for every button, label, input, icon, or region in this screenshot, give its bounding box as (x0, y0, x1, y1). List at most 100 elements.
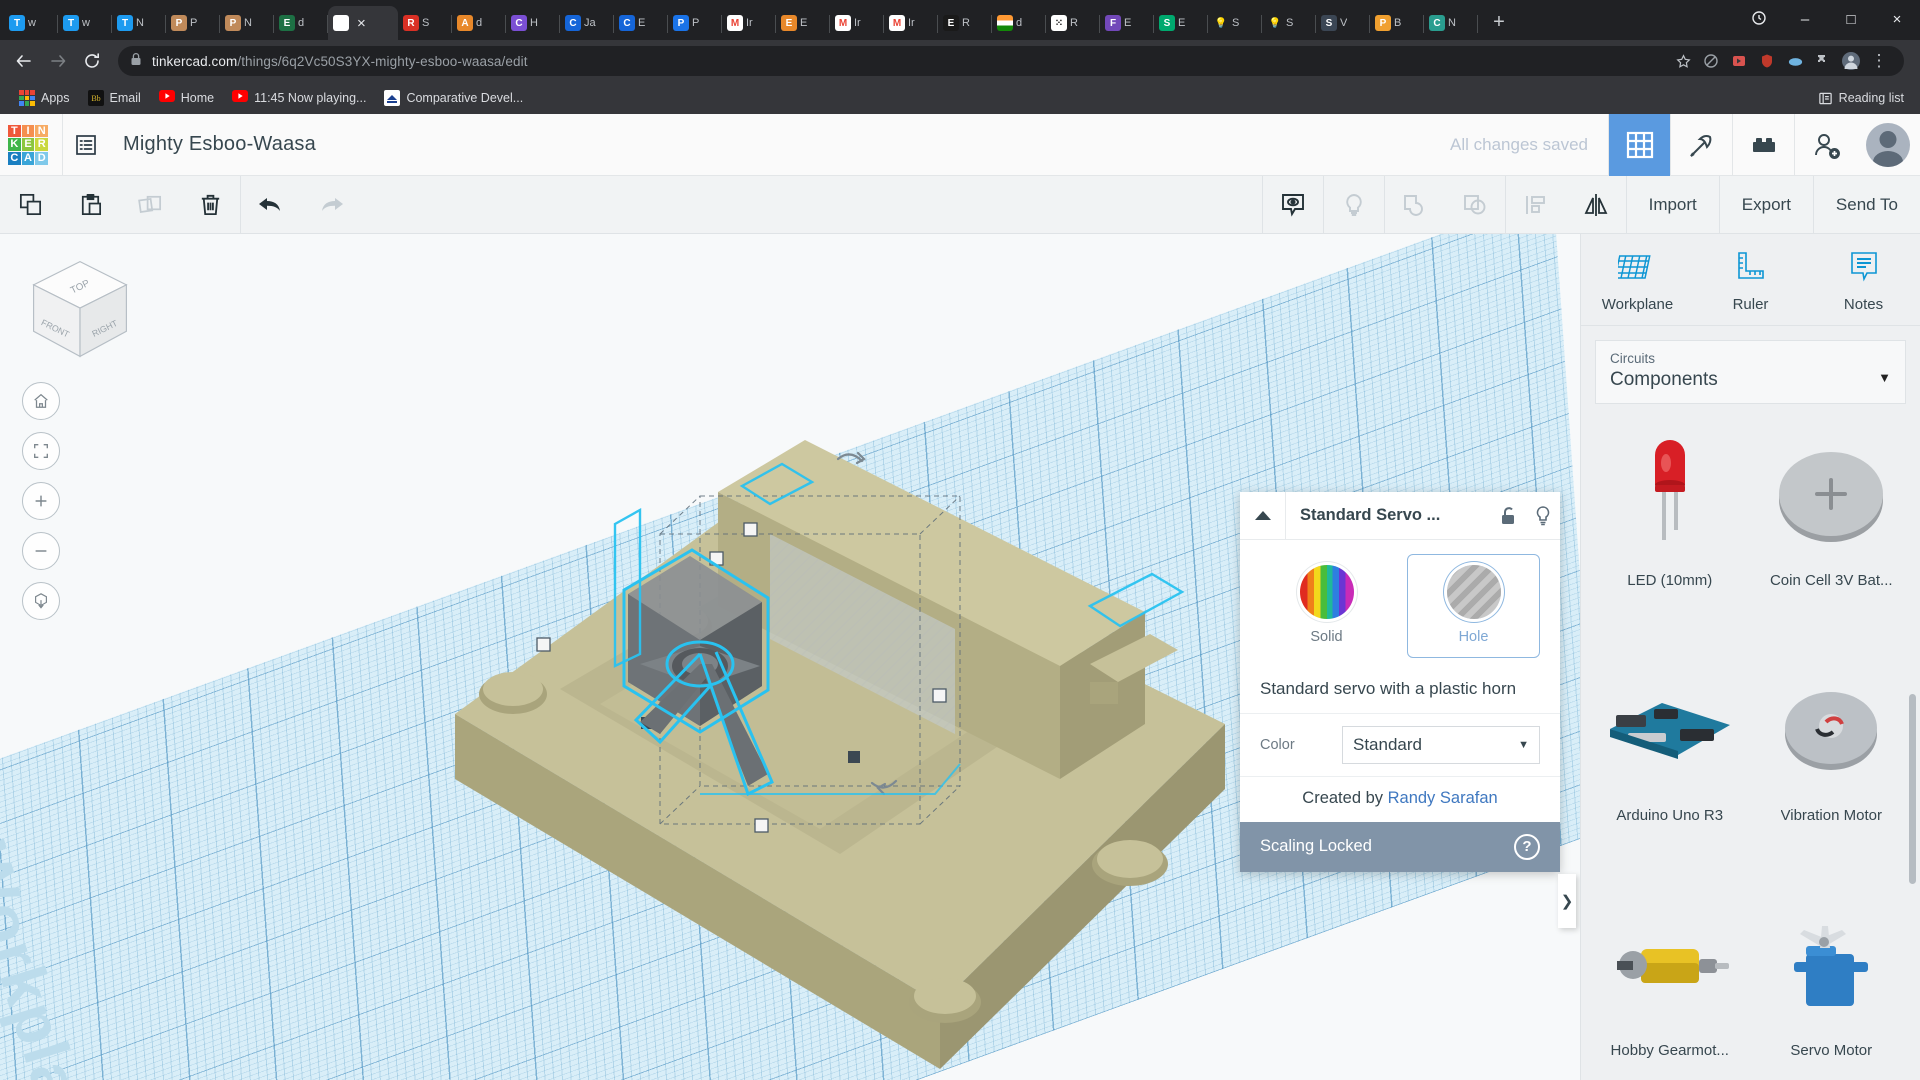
reload-button[interactable] (76, 45, 108, 77)
3d-canvas[interactable]: Workplane (0, 234, 1580, 1080)
browser-tab[interactable]: SE (1154, 6, 1208, 40)
shield-extension-icon[interactable] (1754, 48, 1780, 74)
bookmark-item[interactable]: Home (150, 86, 223, 110)
color-select[interactable]: Standard ▼ (1342, 726, 1540, 764)
mode-blocks-button[interactable] (1608, 114, 1670, 176)
zoom-out-button[interactable] (22, 532, 60, 570)
bookmark-item[interactable]: BbEmail (79, 86, 150, 110)
browser-tab[interactable]: × (328, 6, 398, 40)
delete-button[interactable] (180, 176, 240, 234)
undo-button[interactable] (241, 176, 301, 234)
browser-tab[interactable]: CH (506, 6, 560, 40)
bookmark-item[interactable]: Apps (10, 86, 79, 110)
browser-tab[interactable]: Tw (58, 6, 112, 40)
shape-option-hole[interactable]: Hole (1407, 554, 1540, 658)
browser-tab[interactable]: PP (166, 6, 220, 40)
zoom-in-button[interactable] (22, 482, 60, 520)
tab-close-icon[interactable]: × (357, 16, 366, 31)
browser-tab[interactable]: Tw (4, 6, 58, 40)
import-button[interactable]: Import (1626, 176, 1719, 234)
browser-tab[interactable]: MIr (884, 6, 938, 40)
view-cube[interactable]: TOP FRONT RIGHT (22, 252, 138, 368)
mode-bricks-button[interactable] (1732, 114, 1794, 176)
browser-tab[interactable]: CN (1424, 6, 1478, 40)
minimize-button[interactable]: – (1782, 3, 1828, 37)
expand-panel-arrow[interactable]: ❯ (1558, 874, 1576, 928)
lightbulb-icon[interactable] (1526, 505, 1560, 527)
browser-tab[interactable]: ER (938, 6, 992, 40)
browser-tab[interactable]: SV (1316, 6, 1370, 40)
browser-tab[interactable]: MIr (830, 6, 884, 40)
address-bar[interactable]: tinkercad.com/things/6q2Vc50S3YX-mighty-… (118, 46, 1904, 76)
back-button[interactable] (8, 45, 40, 77)
unlocked-padlock-icon[interactable] (1492, 506, 1526, 526)
ungroup-button[interactable] (1445, 176, 1505, 234)
copy-button[interactable] (0, 176, 60, 234)
close-window-button[interactable]: × (1874, 3, 1920, 37)
tinkercad-logo[interactable]: TINKERCAD (8, 125, 48, 165)
browser-tab[interactable]: TN (112, 6, 166, 40)
sidebar-scrollbar[interactable] (1909, 694, 1916, 884)
send-to-button[interactable]: Send To (1813, 176, 1920, 234)
author-link[interactable]: Randy Sarafan (1388, 789, 1498, 807)
browser-tab[interactable]: FE (1100, 6, 1154, 40)
mirror-button[interactable] (1566, 176, 1626, 234)
collapse-panel-button[interactable] (1240, 492, 1286, 540)
component-item[interactable]: Servo Motor (1751, 892, 1913, 1080)
reading-list-button[interactable]: Reading list (1818, 91, 1910, 106)
fit-to-view-button[interactable] (22, 432, 60, 470)
puzzle-extension-icon[interactable] (1810, 48, 1836, 74)
light-button[interactable] (1324, 176, 1384, 234)
new-tab-button[interactable]: + (1486, 9, 1512, 35)
browser-tab[interactable]: CJa (560, 6, 614, 40)
ortho-perspective-button[interactable] (22, 582, 60, 620)
browser-tab[interactable]: PP (668, 6, 722, 40)
extension-badge-icon[interactable] (1736, 1, 1782, 35)
avatar[interactable] (1866, 123, 1910, 167)
redo-button[interactable] (301, 176, 361, 234)
paste-button[interactable] (60, 176, 120, 234)
component-item[interactable]: Hobby Gearmot... (1589, 892, 1751, 1080)
forward-button[interactable] (42, 45, 74, 77)
bookmark-star-icon[interactable] (1670, 48, 1696, 74)
browser-tab[interactable]: PB (1370, 6, 1424, 40)
cloud-extension-icon[interactable] (1782, 48, 1808, 74)
browser-tab[interactable]: d (992, 6, 1046, 40)
component-item[interactable]: LED (10mm) (1589, 422, 1751, 647)
bookmark-item[interactable]: 11:45 Now playing... (223, 86, 375, 110)
browser-tab[interactable]: 💡S (1208, 6, 1262, 40)
extension-pink-icon[interactable] (1726, 48, 1752, 74)
export-button[interactable]: Export (1719, 176, 1813, 234)
mode-minecraft-button[interactable] (1670, 114, 1732, 176)
component-item[interactable]: Vibration Motor (1751, 657, 1913, 882)
browser-menu-icon[interactable]: ⋮ (1866, 48, 1892, 74)
question-mark-icon[interactable]: ? (1514, 834, 1540, 860)
block-icon[interactable] (1698, 48, 1724, 74)
browser-tab[interactable]: Ed (274, 6, 328, 40)
component-item[interactable]: Arduino Uno R3 (1589, 657, 1751, 882)
align-button[interactable] (1506, 176, 1566, 234)
category-dropdown[interactable]: Circuits Components ▼ (1595, 340, 1906, 404)
maximize-button[interactable]: □ (1828, 3, 1874, 37)
home-view-button[interactable] (22, 382, 60, 420)
browser-tab[interactable]: PN (220, 6, 274, 40)
browser-tab[interactable]: ⁙R (1046, 6, 1100, 40)
view-comment-button[interactable] (1263, 176, 1323, 234)
sidebar-item-workplane[interactable]: Workplane (1581, 250, 1694, 313)
sidebar-item-notes[interactable]: Notes (1807, 250, 1920, 313)
browser-tab[interactable]: MIr (722, 6, 776, 40)
browser-tab[interactable]: RS (398, 6, 452, 40)
sidebar-item-ruler[interactable]: Ruler (1694, 250, 1807, 313)
group-button[interactable] (1385, 176, 1445, 234)
bookmark-item[interactable]: Comparative Devel... (375, 86, 532, 110)
browser-tab[interactable]: Ad (452, 6, 506, 40)
browser-tab[interactable]: CE (614, 6, 668, 40)
shape-option-solid[interactable]: Solid (1260, 554, 1393, 658)
project-menu-button[interactable] (63, 122, 109, 168)
browser-tab[interactable]: EE (776, 6, 830, 40)
component-item[interactable]: Coin Cell 3V Bat... (1751, 422, 1913, 647)
duplicate-button[interactable] (120, 176, 180, 234)
invite-people-button[interactable] (1794, 114, 1856, 176)
browser-tab[interactable]: 💡S (1262, 6, 1316, 40)
profile-icon[interactable] (1838, 48, 1864, 74)
